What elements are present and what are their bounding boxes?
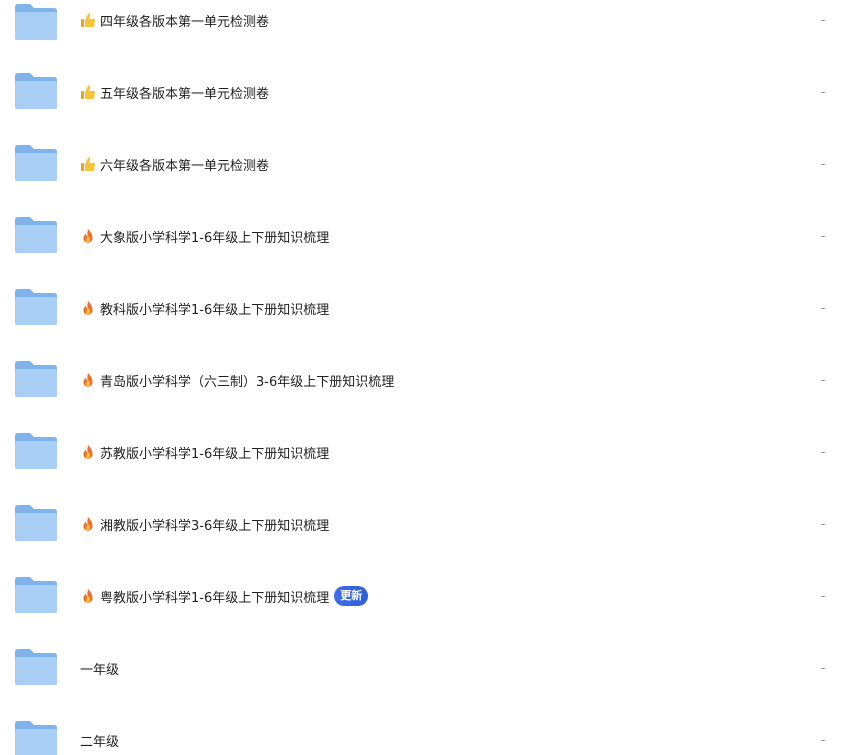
folder-icon <box>14 720 58 755</box>
update-badge: 更新 <box>334 586 369 606</box>
folder-row[interactable]: 粤教版小学科学1-6年级上下册知识梳理 更新 - <box>0 560 857 632</box>
file-list: 四年级各版本第一单元检测卷 - 五年级各版本第一单元检测卷 - 六年级各版本第一… <box>0 0 857 755</box>
fire-icon <box>80 588 96 604</box>
folder-icon <box>14 432 58 470</box>
fire-icon <box>80 228 96 244</box>
folder-name[interactable]: 青岛版小学科学（六三制）3-6年级上下册知识梳理 <box>100 371 394 390</box>
folder-name[interactable]: 湘教版小学科学3-6年级上下册知识梳理 <box>100 515 329 534</box>
folder-icon <box>14 576 58 614</box>
folder-row[interactable]: 苏教版小学科学1-6年级上下册知识梳理 - <box>0 416 857 488</box>
file-size: - <box>821 229 826 243</box>
file-size: - <box>821 373 826 387</box>
folder-icon <box>14 360 58 398</box>
folder-icon <box>14 72 58 110</box>
folder-icon <box>14 3 58 41</box>
folder-row[interactable]: 四年级各版本第一单元检测卷 - <box>0 0 857 56</box>
file-size: - <box>821 85 826 99</box>
folder-icon <box>14 216 58 254</box>
fire-icon <box>80 516 96 532</box>
folder-row[interactable]: 五年级各版本第一单元检测卷 - <box>0 56 857 128</box>
file-size: - <box>821 517 826 531</box>
folder-icon <box>14 504 58 542</box>
folder-row[interactable]: 一年级 - <box>0 632 857 704</box>
file-size: - <box>821 445 826 459</box>
folder-icon <box>14 288 58 326</box>
folder-name[interactable]: 苏教版小学科学1-6年级上下册知识梳理 <box>100 443 329 462</box>
file-size: - <box>821 301 826 315</box>
folder-row[interactable]: 湘教版小学科学3-6年级上下册知识梳理 - <box>0 488 857 560</box>
folder-row[interactable]: 六年级各版本第一单元检测卷 - <box>0 128 857 200</box>
thumbs-up-icon <box>80 12 96 28</box>
folder-name[interactable]: 教科版小学科学1-6年级上下册知识梳理 <box>100 299 329 318</box>
thumbs-up-icon <box>80 156 96 172</box>
folder-icon <box>14 648 58 686</box>
folder-name[interactable]: 一年级 <box>80 659 119 678</box>
fire-icon <box>80 444 96 460</box>
file-size: - <box>821 13 826 27</box>
file-size: - <box>821 661 826 675</box>
thumbs-up-icon <box>80 84 96 100</box>
folder-name[interactable]: 四年级各版本第一单元检测卷 <box>100 11 269 30</box>
folder-row[interactable]: 二年级 - <box>0 704 857 755</box>
folder-name[interactable]: 大象版小学科学1-6年级上下册知识梳理 <box>100 227 329 246</box>
folder-row[interactable]: 教科版小学科学1-6年级上下册知识梳理 - <box>0 272 857 344</box>
folder-icon <box>14 144 58 182</box>
folder-row[interactable]: 大象版小学科学1-6年级上下册知识梳理 - <box>0 200 857 272</box>
fire-icon <box>80 300 96 316</box>
folder-name[interactable]: 五年级各版本第一单元检测卷 <box>100 83 269 102</box>
folder-row[interactable]: 青岛版小学科学（六三制）3-6年级上下册知识梳理 - <box>0 344 857 416</box>
fire-icon <box>80 372 96 388</box>
file-size: - <box>821 157 826 171</box>
folder-name[interactable]: 六年级各版本第一单元检测卷 <box>100 155 269 174</box>
folder-name[interactable]: 二年级 <box>80 731 119 750</box>
file-size: - <box>821 589 826 603</box>
file-size: - <box>821 733 826 747</box>
folder-name[interactable]: 粤教版小学科学1-6年级上下册知识梳理 <box>100 587 329 606</box>
